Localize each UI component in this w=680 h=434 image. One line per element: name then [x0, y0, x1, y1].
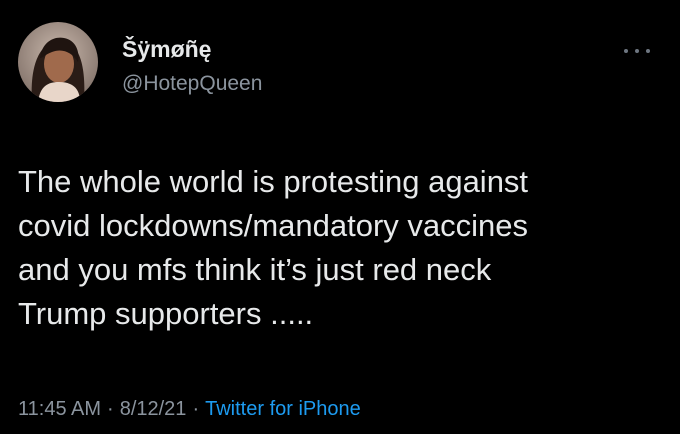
- tweet-text-line: covid lockdowns/mandatory vaccines: [18, 208, 529, 243]
- dot: [646, 49, 650, 53]
- tweet-time[interactable]: 11:45 AM: [18, 398, 101, 420]
- tweet-text: The whole world is protesting against co…: [18, 160, 658, 336]
- tweet-card: Šÿmøñę @HotepQueen The whole world is pr…: [0, 0, 680, 434]
- dot: [624, 49, 628, 53]
- separator: ·: [192, 398, 200, 420]
- tweet-text-line: and you mfs think it’s just red neck: [18, 252, 492, 287]
- tweet-metadata: 11:45 AM · 8/12/21 · Twitter for iPhone: [18, 398, 361, 421]
- avatar-image: [18, 22, 98, 102]
- more-horizontal-icon[interactable]: [624, 46, 650, 56]
- separator: ·: [107, 398, 114, 420]
- display-name[interactable]: Šÿmøñę: [122, 36, 211, 63]
- tweet-text-line: Trump supporters .....: [18, 296, 314, 331]
- tweet-source-link[interactable]: Twitter for iPhone: [205, 398, 361, 420]
- tweet-text-line: The whole world is protesting against: [18, 164, 529, 199]
- dot: [635, 49, 639, 53]
- tweet-date[interactable]: 8/12/21: [120, 398, 187, 420]
- avatar[interactable]: [18, 22, 98, 102]
- user-handle[interactable]: @HotepQueen: [122, 72, 262, 96]
